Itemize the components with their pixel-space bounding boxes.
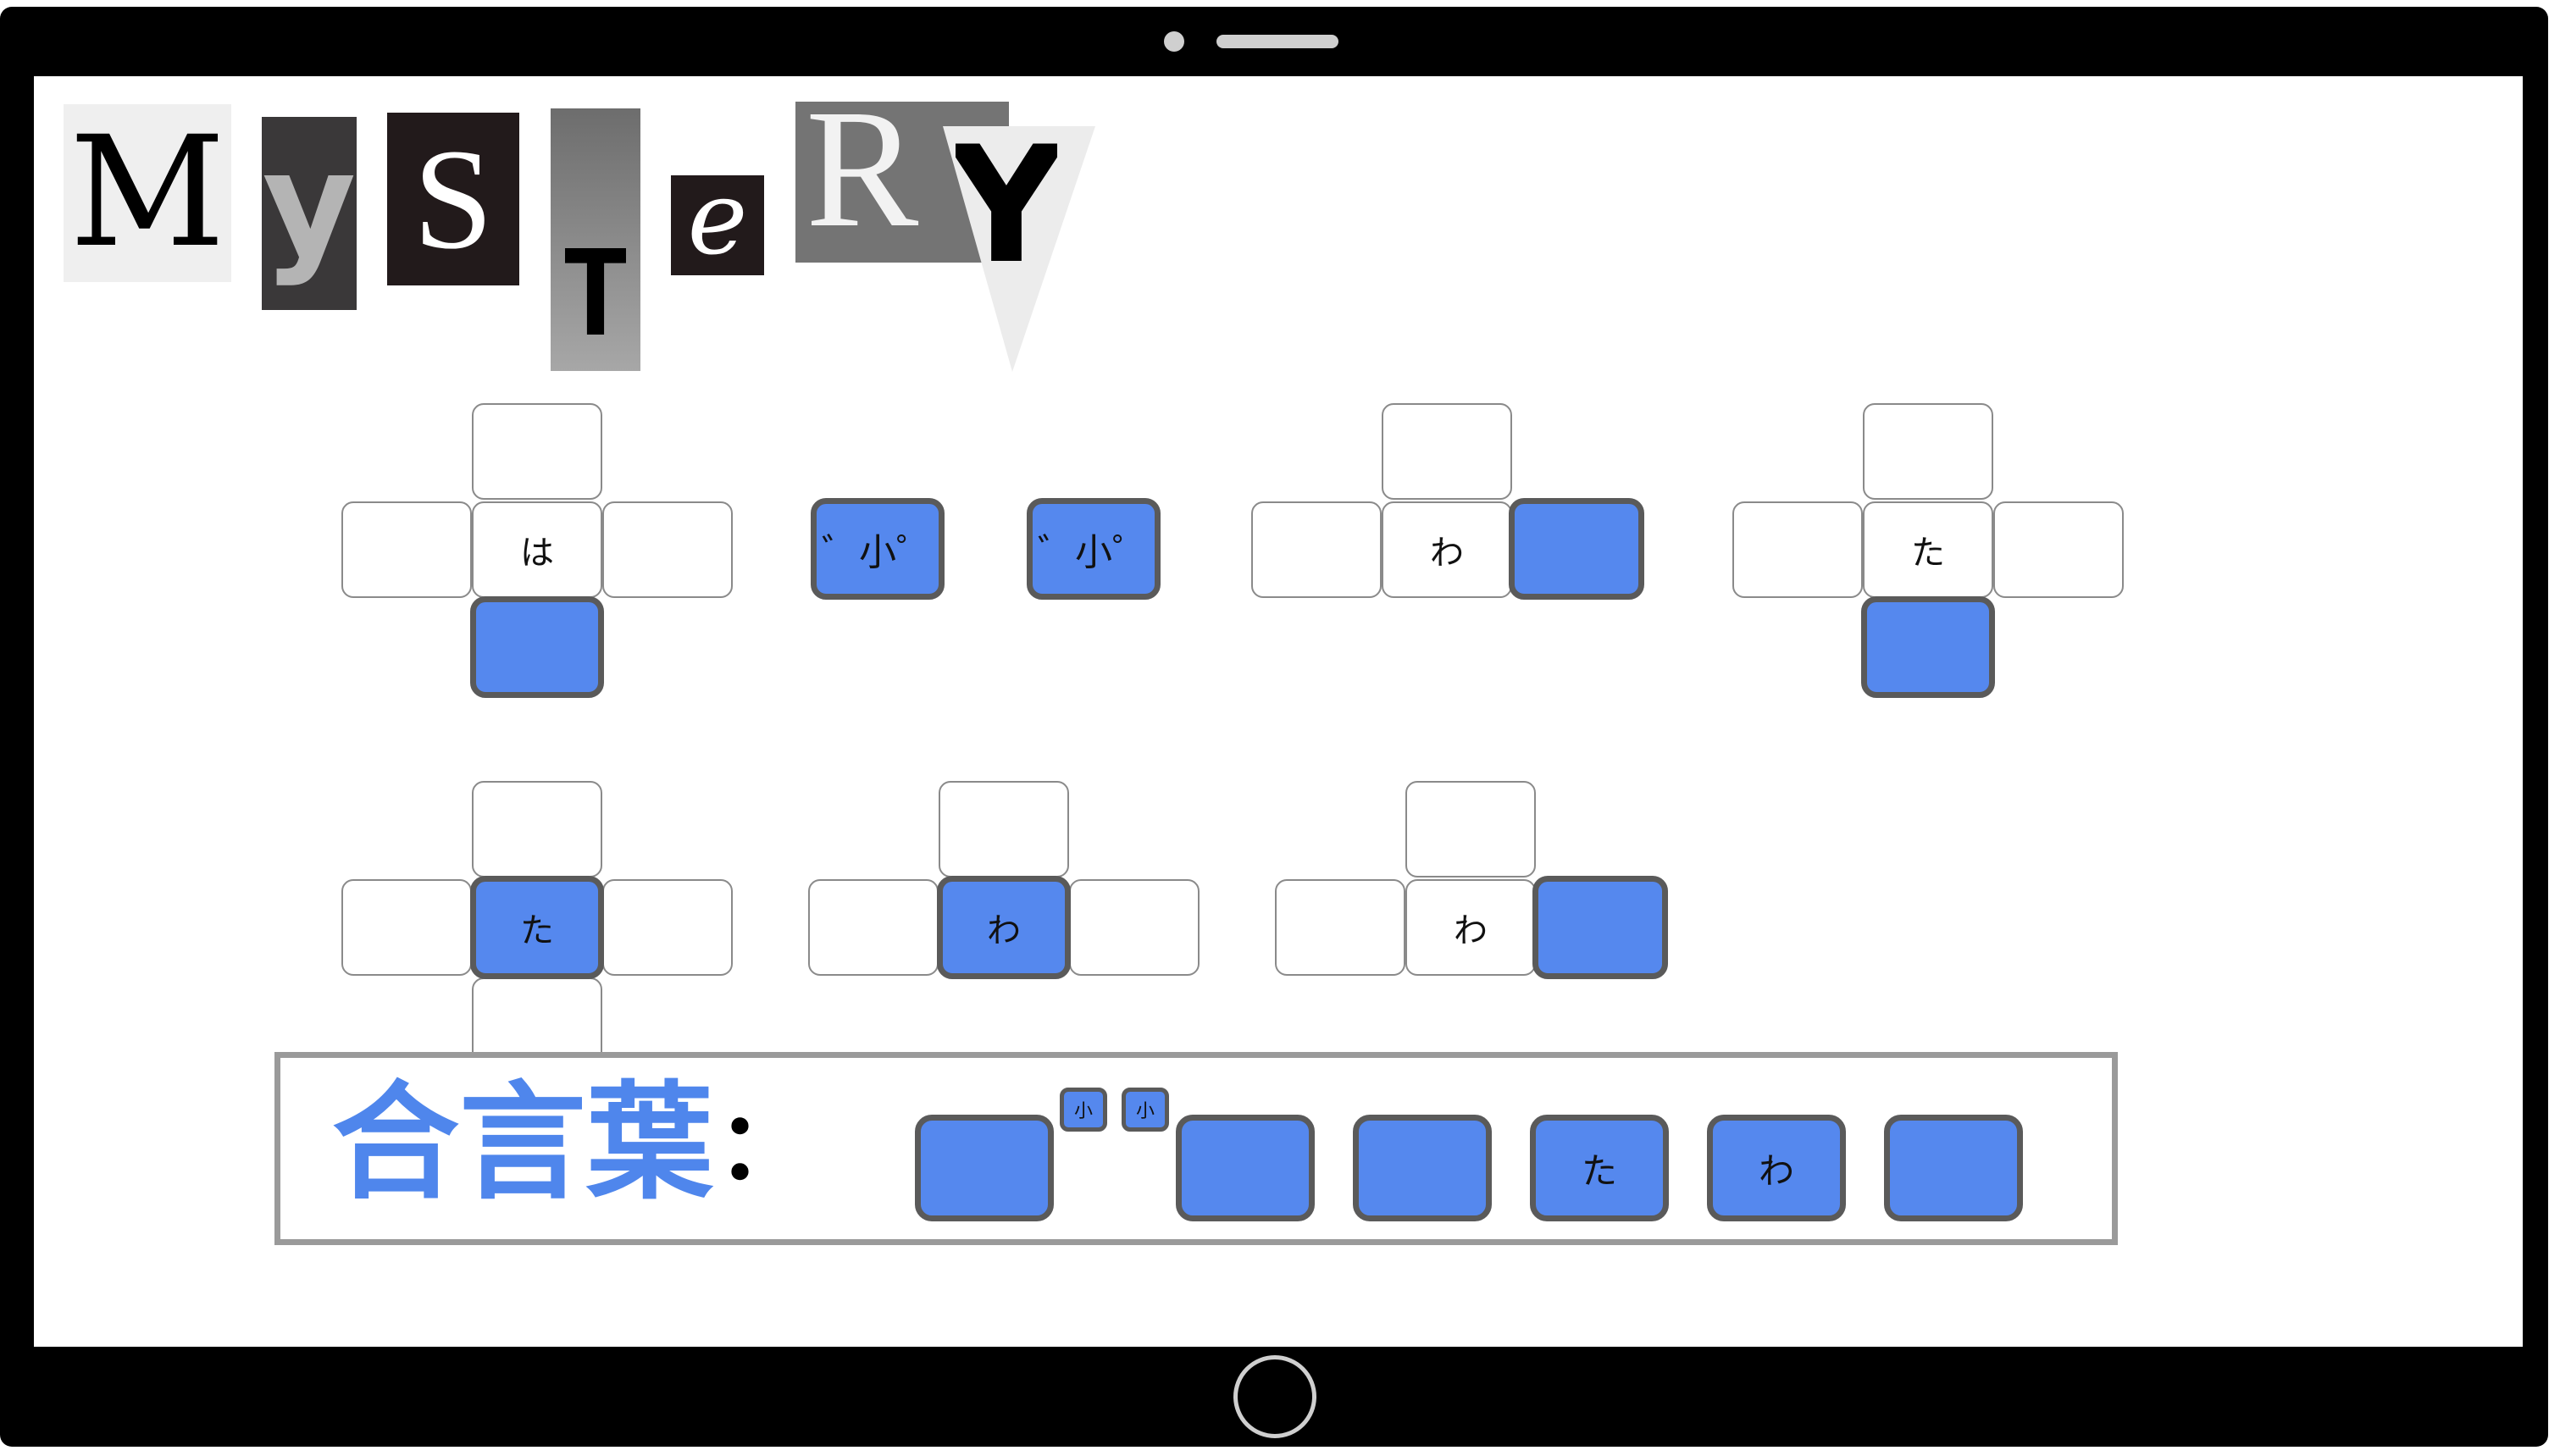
puzzle-cell-top[interactable] xyxy=(939,781,1069,877)
puzzle-cell-top[interactable] xyxy=(1863,403,1993,500)
answer-slot[interactable]: わ xyxy=(1707,1115,1846,1221)
title-letter-y: y xyxy=(262,117,357,310)
puzzle-cell-top[interactable] xyxy=(472,403,602,500)
puzzle-cell-target[interactable] xyxy=(1509,498,1644,600)
home-button[interactable] xyxy=(1233,1355,1316,1438)
puzzle-cell-left[interactable] xyxy=(1732,501,1863,598)
puzzle-cell-left[interactable] xyxy=(808,879,939,976)
puzzle-cell-target[interactable] xyxy=(1532,876,1668,979)
puzzle-cell-target[interactable] xyxy=(1861,596,1995,698)
answer-slot[interactable] xyxy=(1176,1115,1315,1221)
puzzle-cell-left[interactable] xyxy=(341,501,472,598)
answer-slot[interactable] xyxy=(1353,1115,1492,1221)
answer-label: 合言葉 xyxy=(332,1070,714,1217)
answer-slot[interactable] xyxy=(915,1115,1054,1221)
puzzle-cell-center[interactable]: た xyxy=(1863,501,1993,598)
title-letter-e: e xyxy=(671,175,764,275)
puzzle-cell-left[interactable] xyxy=(1275,879,1405,976)
puzzle-cell-top[interactable] xyxy=(1382,403,1512,500)
puzzle-mark-tile[interactable]: ゛小゜ xyxy=(811,498,945,600)
title-letter-m: M xyxy=(64,104,231,282)
puzzle-cell-top[interactable] xyxy=(472,781,602,877)
answer-small-mark: 小 xyxy=(1060,1088,1107,1132)
answer-slot[interactable]: た xyxy=(1530,1115,1669,1221)
puzzle-cell-right[interactable] xyxy=(602,501,733,598)
answer-small-mark: 小 xyxy=(1122,1088,1169,1132)
answer-slot[interactable] xyxy=(1884,1115,2023,1221)
puzzle-cell-left[interactable] xyxy=(1251,501,1382,598)
puzzle-cell-target[interactable] xyxy=(470,596,604,698)
puzzle-cell-center[interactable]: わ xyxy=(937,876,1071,979)
puzzle-cell-left[interactable] xyxy=(341,879,472,976)
camera-icon xyxy=(1164,31,1184,52)
puzzle-cell-center[interactable]: た xyxy=(470,876,604,979)
puzzle-cell-center[interactable]: わ xyxy=(1405,879,1536,976)
speaker-grille xyxy=(1216,35,1338,48)
puzzle-cell-right[interactable] xyxy=(602,879,733,976)
puzzle-cell-top[interactable] xyxy=(1405,781,1536,877)
puzzle-cell-center[interactable]: わ xyxy=(1382,501,1512,598)
title-letter-s: S xyxy=(387,113,519,285)
answer-colon: ： xyxy=(717,1092,810,1200)
puzzle-cell-center[interactable]: は xyxy=(472,501,602,598)
title-letter-y-big: Y xyxy=(956,134,1057,278)
puzzle-cell-right[interactable] xyxy=(1993,501,2124,598)
title-letter-t: T xyxy=(551,108,640,371)
puzzle-mark-tile[interactable]: ゛小゜ xyxy=(1027,498,1161,600)
puzzle-cell-right[interactable] xyxy=(1069,879,1200,976)
